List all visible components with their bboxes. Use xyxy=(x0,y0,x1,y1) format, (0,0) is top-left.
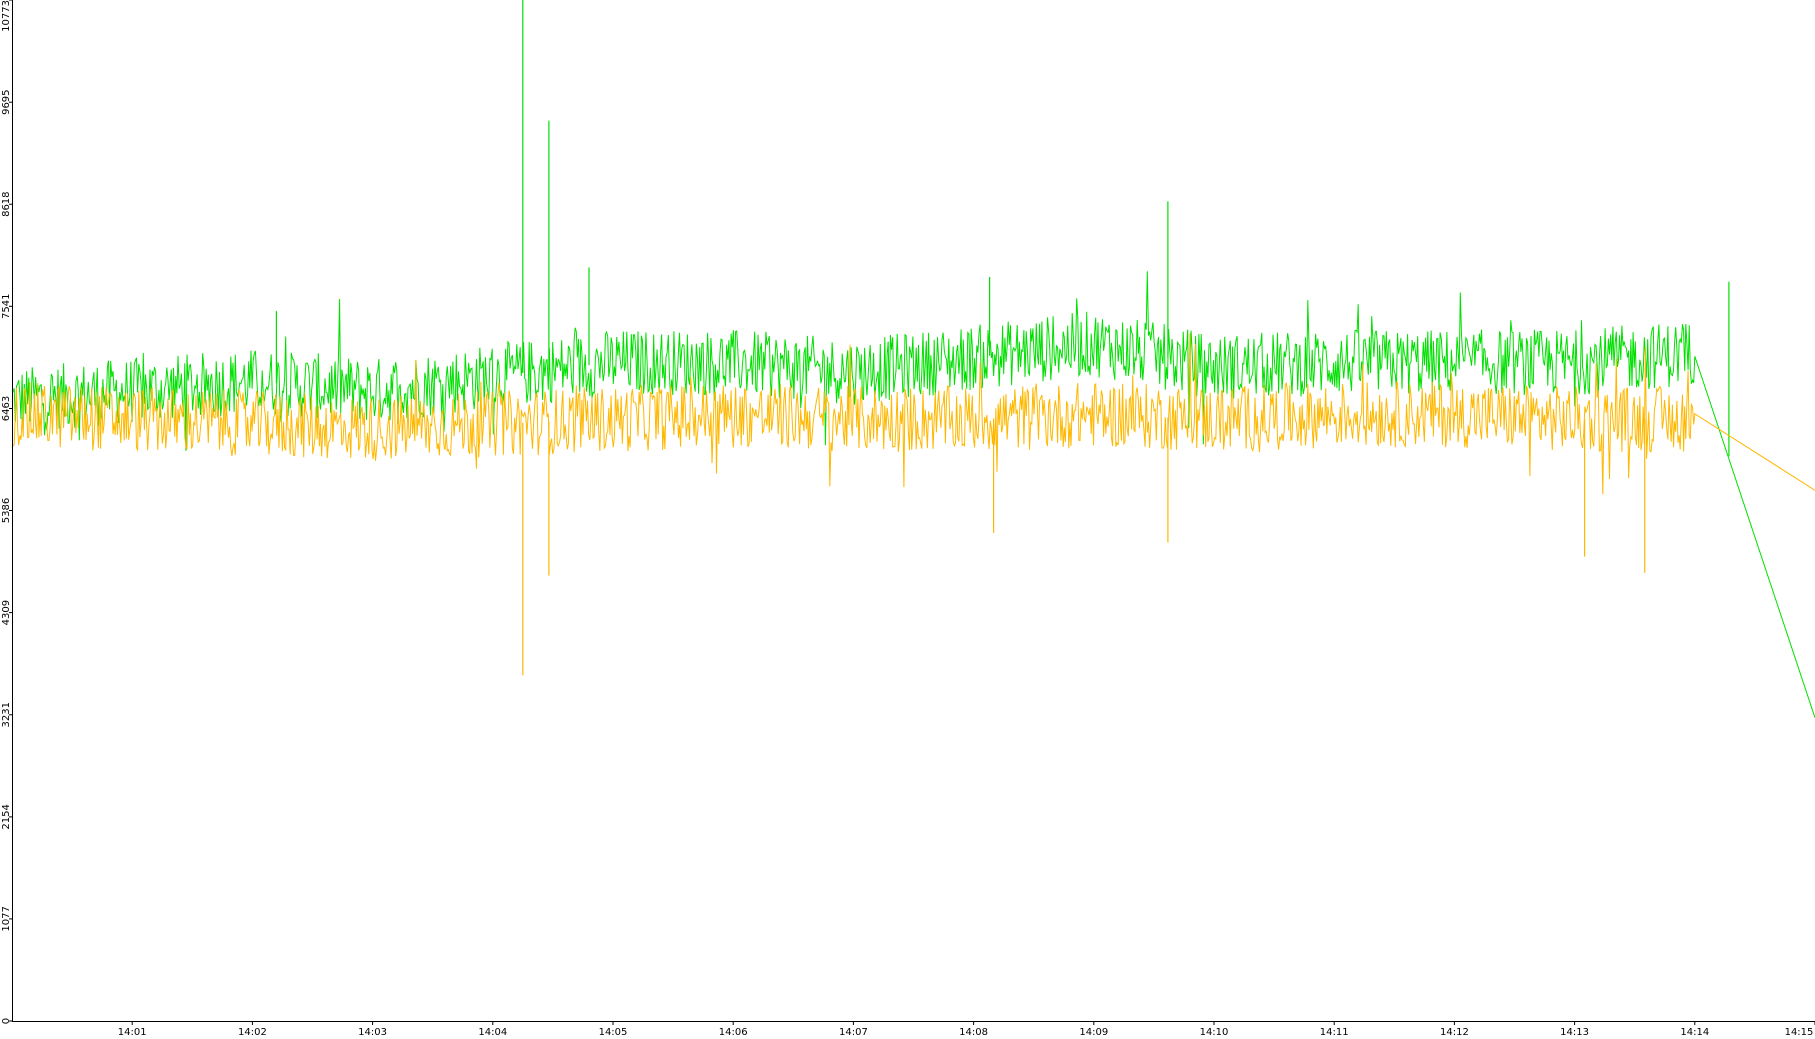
line-chart: 0 1077 2154 3231 4309 5386 6463 7541 8618 9695 107… xyxy=(1,0,1815,1038)
y-tick-label: 2154 xyxy=(1,804,12,829)
x-tick-label: 14:10 xyxy=(1200,1027,1229,1038)
x-tick-label: 14:04 xyxy=(478,1027,507,1038)
y-tick-label: 4309 xyxy=(1,600,12,625)
y-tick-label: 3231 xyxy=(1,702,12,727)
y-tick-labels: 0 1077 2154 3231 4309 5386 6463 7541 8618 9695 107… xyxy=(1,0,12,1024)
series-line-1 xyxy=(11,271,1815,718)
x-tick-label: 14:05 xyxy=(599,1027,628,1038)
y-tick-label: 1077 xyxy=(1,906,12,931)
x-tick-label: 14:11 xyxy=(1320,1027,1349,1038)
y-tick-label: 9695 xyxy=(1,89,12,114)
x-tick-label: 14:12 xyxy=(1440,1027,1469,1038)
series-layer xyxy=(11,0,1815,718)
y-tick-label: 0 xyxy=(1,1018,12,1024)
y-tick-label: 5386 xyxy=(1,498,12,523)
x-tick-label: 14:15 xyxy=(1785,1027,1814,1038)
x-tick-label: 14:14 xyxy=(1680,1027,1709,1038)
x-tick-label: 14:09 xyxy=(1079,1027,1108,1038)
axis-layer xyxy=(12,0,1815,1022)
x-tick-label: 14:08 xyxy=(959,1027,988,1038)
y-tick-label: 10773 xyxy=(1,0,12,32)
x-tick-labels: 14:01 14:02 14:03 14:04 14:05 14:06 14:07 14:08… xyxy=(118,1021,1815,1038)
y-tick-label: 6463 xyxy=(1,396,12,421)
y-tick-label: 8618 xyxy=(1,191,12,216)
x-tick-label: 14:06 xyxy=(719,1027,748,1038)
x-tick-label: 14:02 xyxy=(238,1027,267,1038)
x-tick-label: 14:13 xyxy=(1560,1027,1589,1038)
x-tick-label: 14:07 xyxy=(839,1027,868,1038)
x-tick-label: 14:01 xyxy=(118,1027,147,1038)
y-tick-label: 7541 xyxy=(1,294,12,319)
x-tick-label: 14:03 xyxy=(358,1027,387,1038)
